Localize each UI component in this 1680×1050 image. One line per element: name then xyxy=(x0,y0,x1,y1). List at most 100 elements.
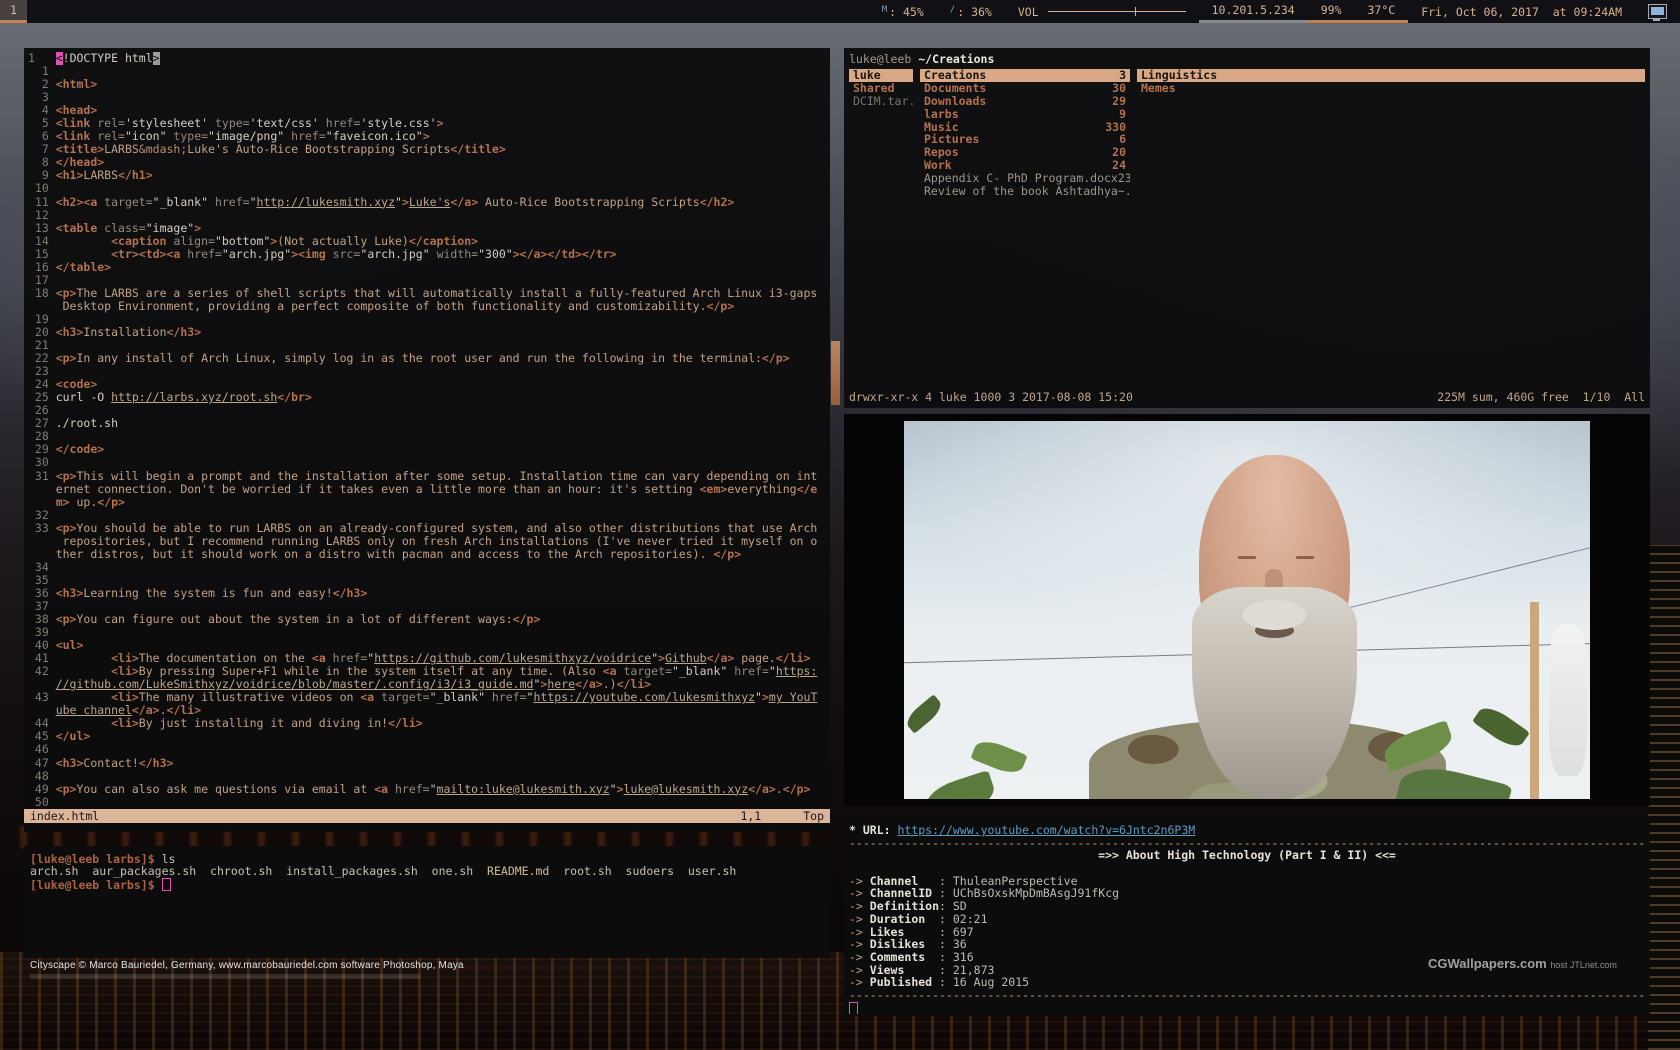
editor-row: 35 xyxy=(28,574,830,587)
editor-row: 38 <p>You can figure out about the syste… xyxy=(28,613,830,626)
ranger-title: luke@leeb ~/Creations xyxy=(849,52,1645,66)
video-field: -> Published : 16 Aug 2015 xyxy=(849,976,1645,989)
ranger-entry[interactable]: Music330 xyxy=(920,121,1130,134)
editor-row: ube channel</a>.</li> xyxy=(28,704,830,717)
ranger-entry[interactable]: Shared xyxy=(849,82,913,95)
ranger-entry[interactable]: Repos20 xyxy=(920,146,1130,159)
ranger-path-text: ~/Creations xyxy=(918,52,994,66)
editor-row: 20 <h3>Installation</h3> xyxy=(28,326,830,339)
editor-row: 21 xyxy=(28,339,830,352)
video-field: -> Definition: SD xyxy=(849,900,1645,913)
file-name: root.sh xyxy=(563,864,611,878)
info-cursor-line xyxy=(849,1002,1645,1015)
editor-row: 45 </ul> xyxy=(28,730,830,743)
vim-scroll-indicator: Top xyxy=(803,809,824,823)
ranger-entry[interactable]: Creations3 xyxy=(920,69,1130,82)
tray-block xyxy=(1635,0,1680,23)
ranger-entry[interactable]: Memes xyxy=(1137,82,1645,95)
ranger-entry[interactable]: luke xyxy=(849,69,913,82)
white-cloth xyxy=(1549,625,1587,776)
ranger-entry[interactable]: Downloads29 xyxy=(920,95,1130,108)
video-player-window[interactable] xyxy=(844,414,1650,806)
ranger-entry[interactable]: Work24 xyxy=(920,159,1130,172)
editor-row: 17 xyxy=(28,274,830,287)
editor-row: 7 <title>LARBS&mdash;Luke's Auto-Rice Bo… xyxy=(28,143,830,156)
video-field: -> Channel : ThuleanPerspective xyxy=(849,875,1645,888)
editor-row: 23 xyxy=(28,365,830,378)
editor-row: 43 <li>The many illustrative videos on <… xyxy=(28,691,830,704)
editor-row: 9 <h1>LARBS</h1> xyxy=(28,169,830,182)
editor-row: 33 <p>You should be able to run LARBS on… xyxy=(28,522,830,535)
video-field: -> Duration : 02:21 xyxy=(849,913,1645,926)
editor-row: 13 <table class="image"> xyxy=(28,222,830,235)
ranger-entry[interactable]: Review of the book Ashtadhya~.mkv225 M xyxy=(920,185,1130,198)
file-name: sudoers xyxy=(626,864,674,878)
editor-row: //github.com/LukeSmithxyz/voidrice/blob/… xyxy=(28,678,830,691)
video-fields: -> Channel : ThuleanPerspective-> Channe… xyxy=(849,875,1645,989)
wallpaper-watermark: CGWallpapers.com host JTLnet.com xyxy=(1428,956,1617,971)
divider-line: ----------------------------------------… xyxy=(849,989,1645,1002)
wallpaper-fine-print xyxy=(30,974,420,979)
memory-icon: M xyxy=(882,5,887,15)
editor-row: 27 ./root.sh xyxy=(28,417,830,430)
editor-row: 49 <p>You can also ask me questions via … xyxy=(28,783,830,796)
editor-row: 11 <h2><a target="_blank" href="http://l… xyxy=(28,196,830,209)
file-name: arch.sh xyxy=(30,864,78,878)
plant-leaf xyxy=(921,770,998,799)
ranger-entry[interactable]: Appendix C- PhD Program.docx23.2 K xyxy=(920,172,1130,185)
editor-row: 14 <caption align="bottom">(Not actually… xyxy=(28,235,830,248)
editor-row: 37 xyxy=(28,600,830,613)
editor-window[interactable]: 1 <!DOCTYPE html> 1 2 <html> 3 4 <head> … xyxy=(24,48,830,832)
ranger-col-parent: lukeSharedDCIM.tar.gz xyxy=(849,69,913,198)
ranger-entry[interactable]: DCIM.tar.gz xyxy=(849,95,913,108)
ranger-entry[interactable]: Documents30 xyxy=(920,82,1130,95)
wallpaper-host: host JTLnet.com xyxy=(1550,960,1617,970)
wallpaper-brand: CGWallpapers.com xyxy=(1428,956,1547,971)
volume-label: VOL xyxy=(1018,5,1039,19)
editor-row: 28 xyxy=(28,430,830,443)
editor-row: Desktop Environment, providing a perfect… xyxy=(28,300,830,313)
disk-value: : 36% xyxy=(957,5,992,19)
file-manager-window[interactable]: luke@leeb ~/Creations lukeSharedDCIM.tar… xyxy=(844,48,1650,408)
editor-row: 10 xyxy=(28,182,830,195)
computer-icon[interactable] xyxy=(1648,4,1667,19)
editor-row: 1 <!DOCTYPE html> xyxy=(28,52,830,65)
shell-prompt: [luke@leeb larbs]$ xyxy=(30,878,155,892)
url-label: * URL: xyxy=(849,824,891,837)
memory-value: : 45% xyxy=(889,5,924,19)
volume-slider[interactable] xyxy=(1048,11,1186,12)
editor-row: 44 <li>By just installing it and diving … xyxy=(28,717,830,730)
plant-leaf xyxy=(1472,701,1530,752)
editor-row: 8 </head> xyxy=(28,156,830,169)
vim-statusline: index.html 1,1 Top xyxy=(24,809,830,823)
editor-row: 19 xyxy=(28,313,830,326)
workspace-indicator[interactable]: 1 xyxy=(0,0,27,23)
editor-row: 41 <li>The documentation on the <a href=… xyxy=(28,652,830,665)
editor-row: repositories, but I recommend running LA… xyxy=(28,535,830,548)
file-name: aur_packages.sh xyxy=(92,864,196,878)
disk-block: /: 36% xyxy=(937,0,1005,23)
editor-row: 31 <p>This will begin a prompt and the i… xyxy=(28,470,830,483)
ranger-entry[interactable]: Pictures6 xyxy=(920,133,1130,146)
shell-window[interactable]: [luke@leeb larbs]$ ls arch.sh aur_packag… xyxy=(24,846,830,958)
wooden-pole xyxy=(1530,602,1539,799)
plant-leaf xyxy=(970,736,1027,778)
ranger-entry[interactable]: larbs9 xyxy=(920,108,1130,121)
battery-percent: 99% xyxy=(1308,0,1355,23)
video-info-window[interactable]: * URL: https://www.youtube.com/watch?v=6… xyxy=(844,816,1650,1016)
video-field: -> Likes : 697 xyxy=(849,926,1645,939)
editor-row: 48 xyxy=(28,770,830,783)
ranger-user-host: luke@leeb xyxy=(849,52,911,66)
volume-slider-handle[interactable] xyxy=(1135,7,1136,16)
shell-prompt-line[interactable]: [luke@leeb larbs]$ xyxy=(30,878,824,890)
memory-block: M: 45% xyxy=(869,0,937,23)
ranger-file-perms: drwxr-xr-x 4 luke 1000 3 2017-08-08 15:2… xyxy=(849,390,1133,404)
ranger-entry[interactable]: Linguistics xyxy=(1137,69,1645,82)
editor-row: 24 <code> xyxy=(28,378,830,391)
video-url-link[interactable]: https://www.youtube.com/watch?v=6Jntc2n6… xyxy=(897,824,1195,837)
editor-row: ther distros, but it should work on a di… xyxy=(28,548,830,561)
status-blocks: M: 45% /: 36% VOL 10.201.5.234 99% 37°C … xyxy=(869,0,1680,23)
video-field: -> ChannelID : UChBsOxskMpDmBAsgJ91fKcg xyxy=(849,887,1645,900)
clock: Fri, Oct 06, 2017 at 09:24AM xyxy=(1408,0,1635,23)
ranger-col-preview: LinguisticsMemes xyxy=(1137,69,1645,198)
